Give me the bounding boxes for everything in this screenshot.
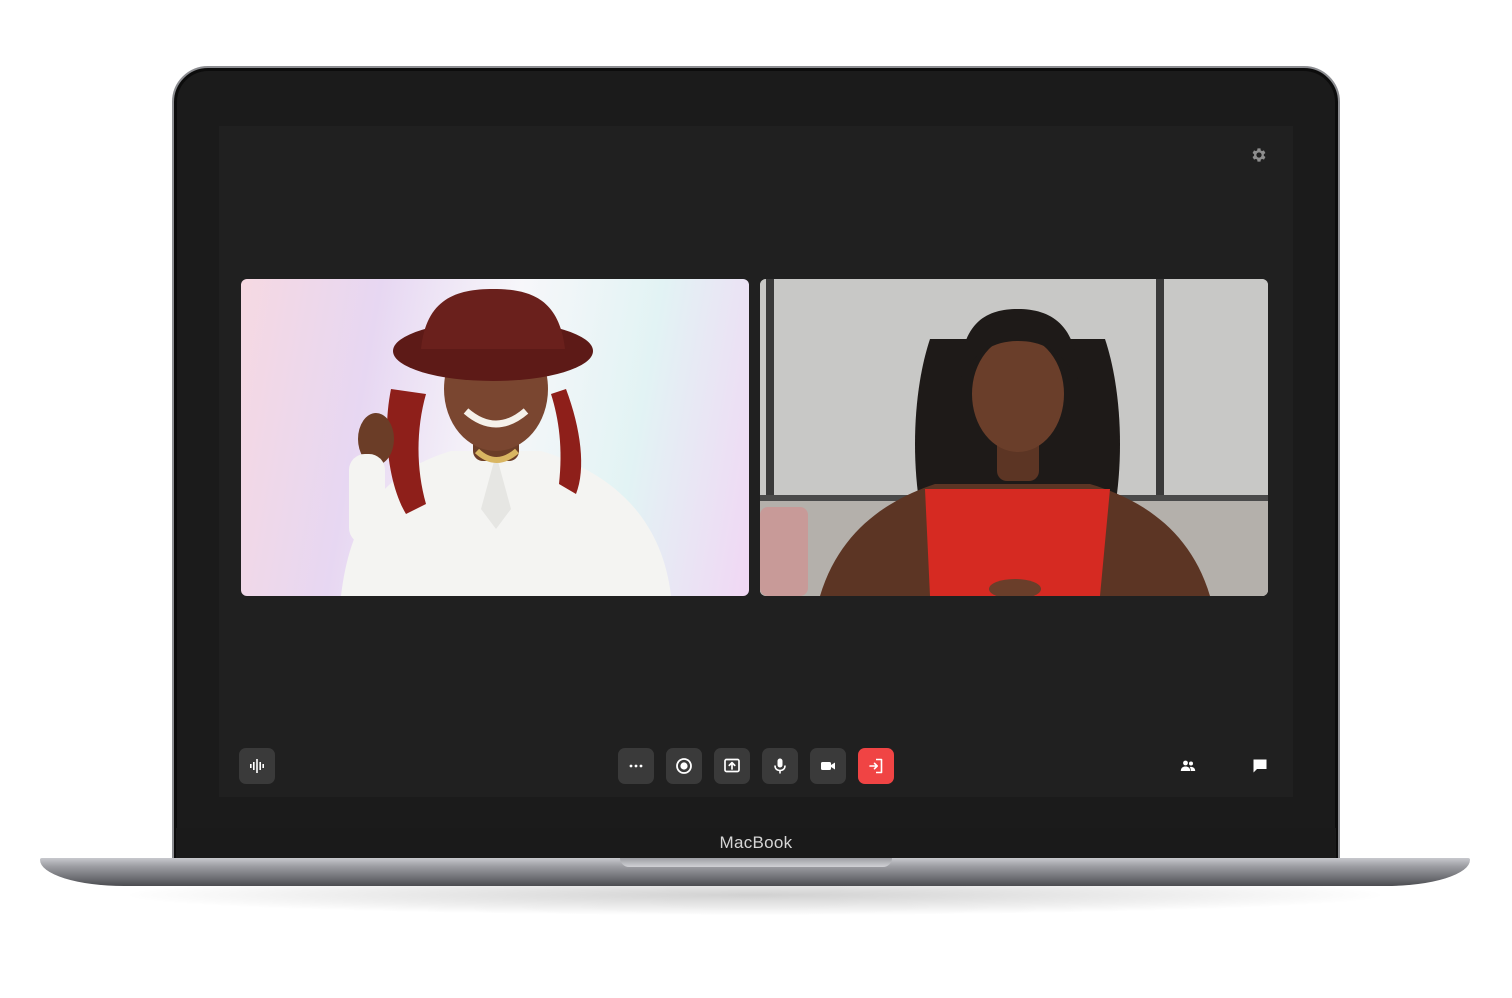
- camera-button[interactable]: [810, 748, 846, 784]
- audio-settings-button[interactable]: [239, 748, 275, 784]
- laptop-brand-label: MacBook: [719, 833, 793, 852]
- audio-waveform-icon: [250, 759, 264, 773]
- leave-call-icon: [869, 758, 883, 774]
- chat-button[interactable]: [1242, 748, 1278, 784]
- participants-icon: [1180, 760, 1196, 771]
- camera-icon: [821, 762, 835, 770]
- laptop-hinge-notch: [620, 858, 892, 867]
- record-icon: [676, 758, 692, 774]
- more-options-icon: [629, 764, 643, 768]
- microphone-button[interactable]: [762, 748, 798, 784]
- video-tile-participant-1[interactable]: [241, 279, 749, 596]
- screen-share-button[interactable]: [714, 748, 750, 784]
- video-call-screen: [219, 126, 1293, 797]
- gear-icon: [1252, 148, 1266, 162]
- leave-call-button[interactable]: [858, 748, 894, 784]
- participant-2-video: [760, 279, 1268, 596]
- participant-1-video: [341, 289, 671, 596]
- more-options-button[interactable]: [618, 748, 654, 784]
- settings-button[interactable]: [1249, 145, 1269, 165]
- participants-button[interactable]: [1170, 748, 1206, 784]
- record-button[interactable]: [666, 748, 702, 784]
- microphone-icon: [774, 758, 786, 774]
- video-tile-participant-2[interactable]: [760, 279, 1268, 596]
- screen-share-icon: [724, 758, 740, 773]
- chat-icon: [1253, 759, 1267, 773]
